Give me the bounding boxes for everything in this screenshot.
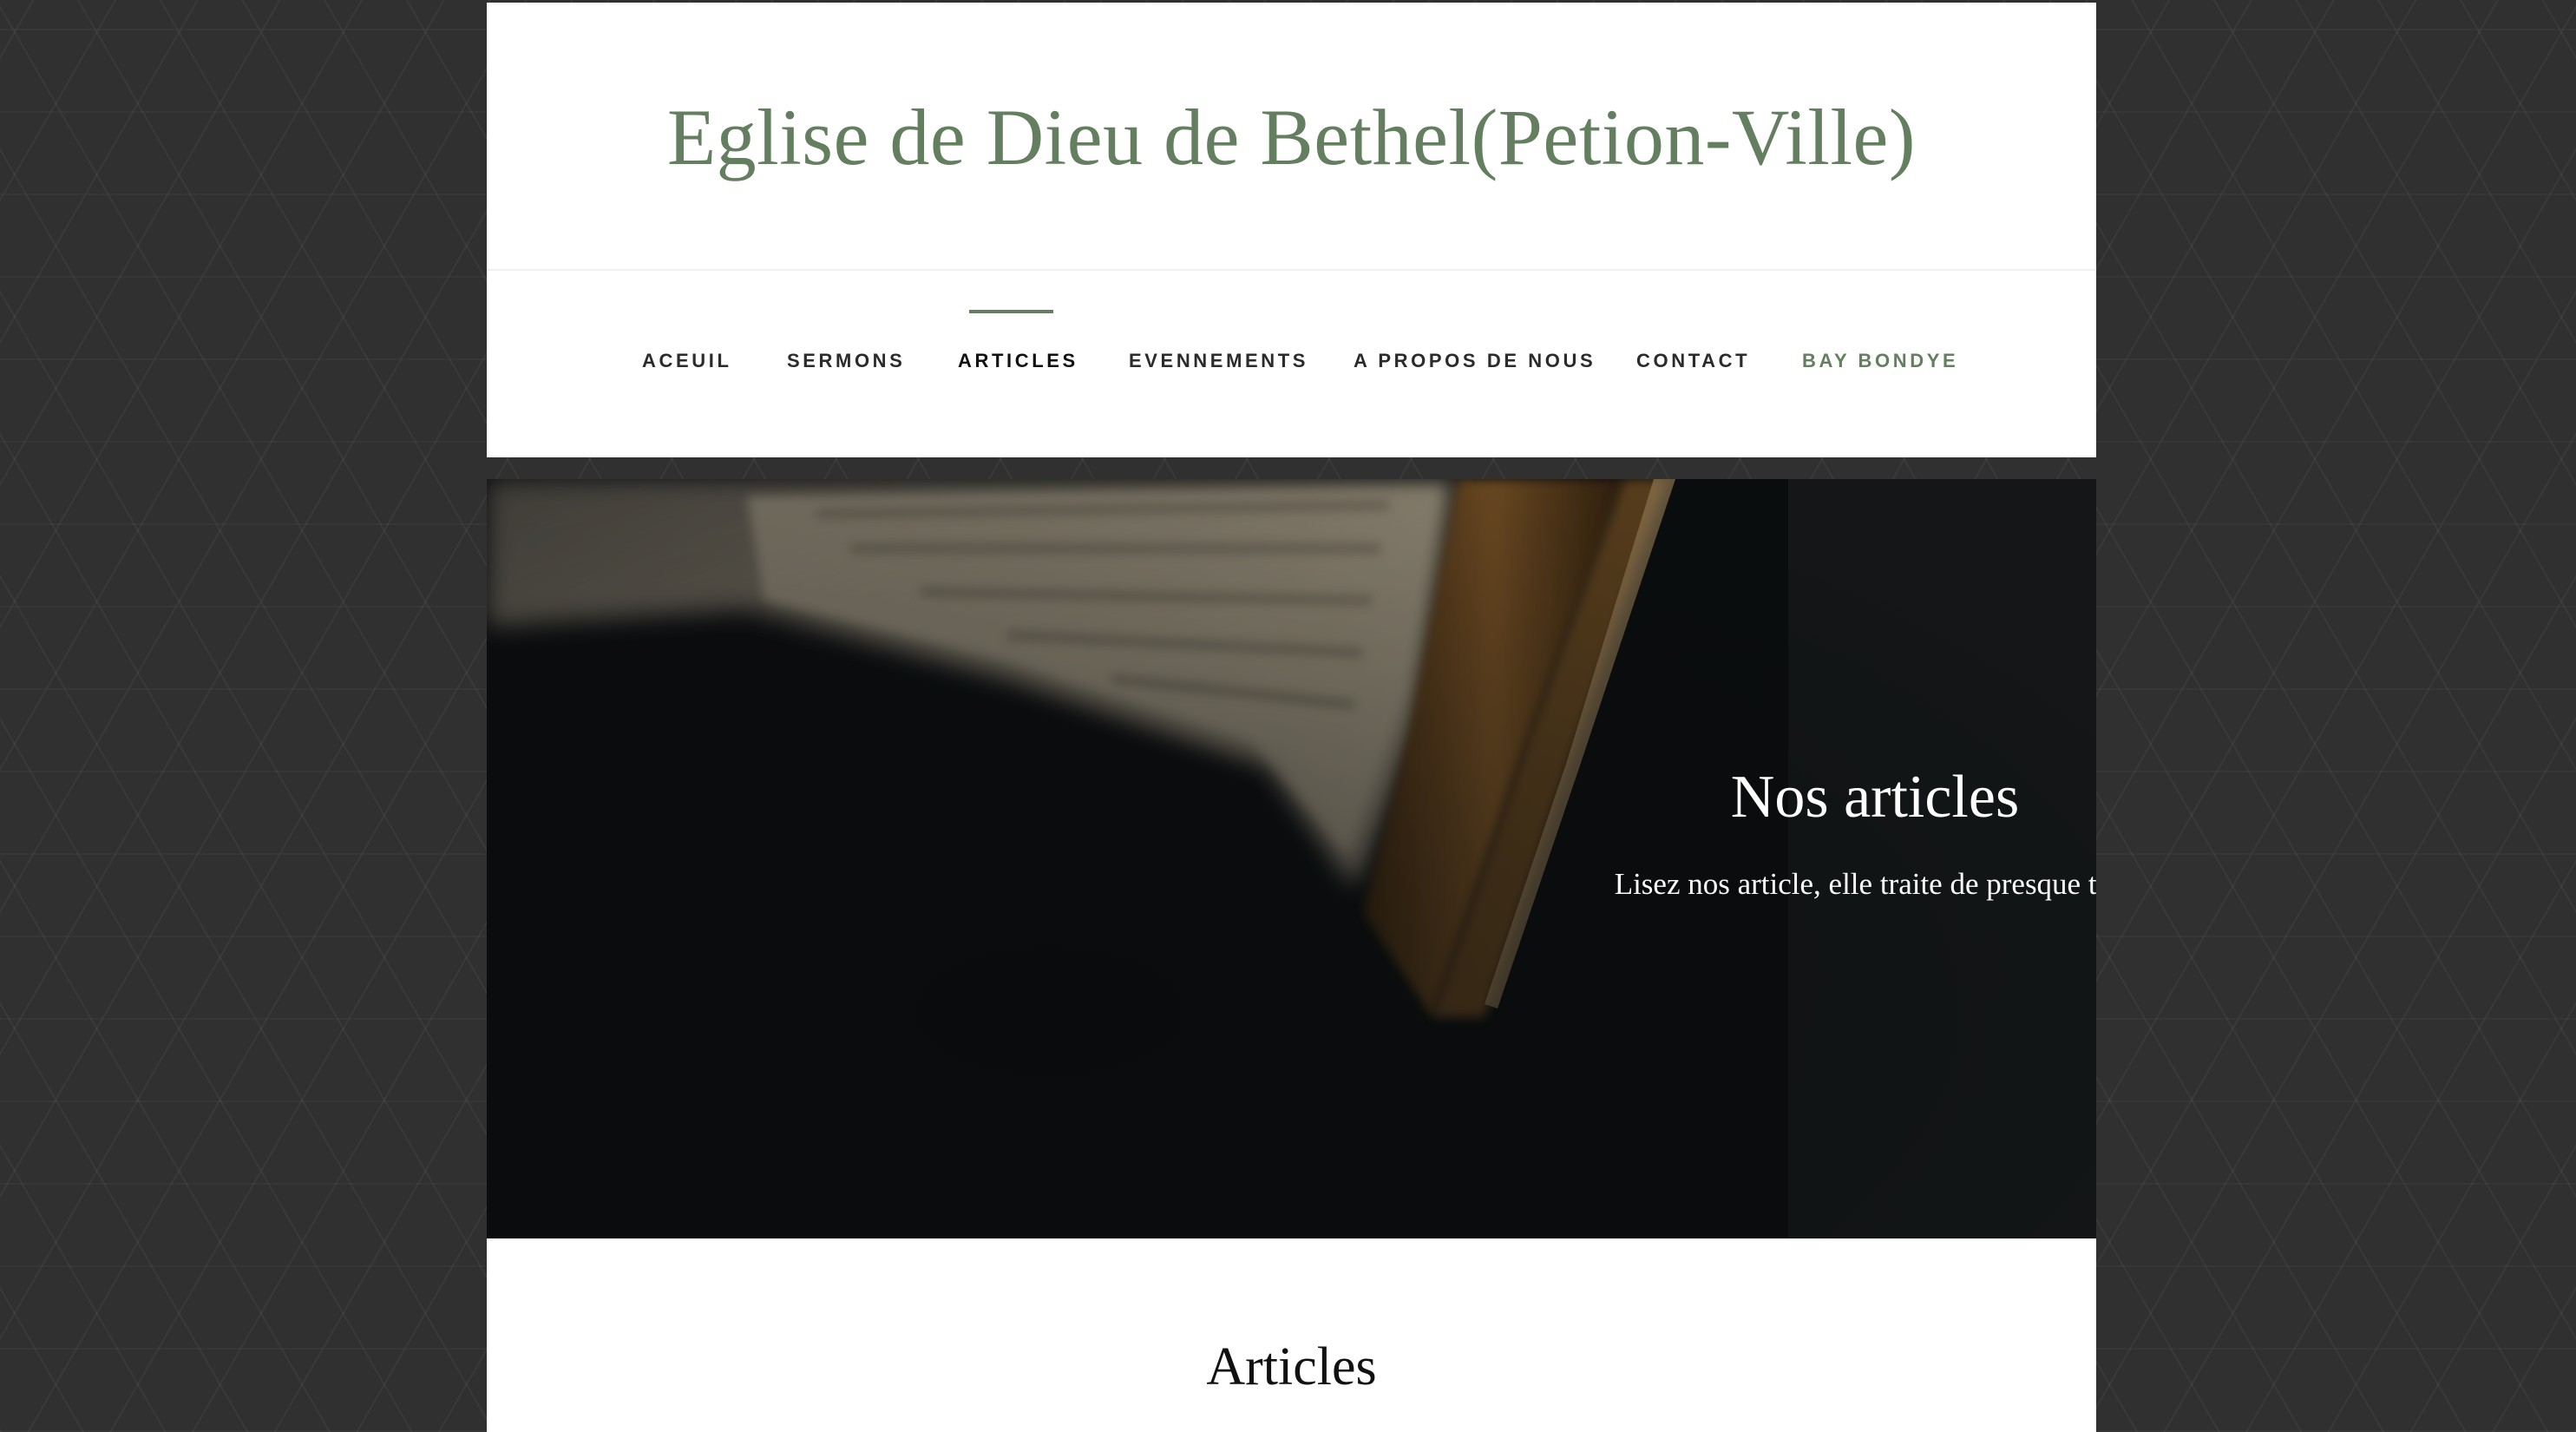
nav-item-bay-bondye[interactable]: BAY BONDYE bbox=[1802, 350, 1958, 372]
main-navigation: ACEUIL SERMONS ARTICLES EVENNEMENTS A PR… bbox=[487, 306, 2096, 411]
nav-item-evennements[interactable]: EVENNEMENTS bbox=[1129, 350, 1308, 372]
hero-book-image bbox=[487, 479, 2096, 1238]
nav-item-a-propos-de-nous[interactable]: A PROPOS DE NOUS bbox=[1354, 350, 1596, 372]
nav-active-indicator bbox=[969, 310, 1053, 313]
hero-title: Nos articles bbox=[1730, 764, 2020, 831]
header-divider bbox=[487, 269, 2096, 271]
site-header: Eglise de Dieu de Bethel(Petion-Ville) A… bbox=[487, 3, 2096, 457]
hero-banner: Nos articles Lisez nos article, elle tra… bbox=[487, 479, 2096, 1238]
hero-subtitle: Lisez nos article, elle traite de presqu… bbox=[1614, 867, 2096, 901]
nav-item-sermons[interactable]: SERMONS bbox=[787, 350, 905, 372]
articles-section-title: Articles bbox=[1206, 1337, 1377, 1396]
nav-item-articles[interactable]: ARTICLES bbox=[958, 350, 1078, 372]
nav-item-contact[interactable]: CONTACT bbox=[1636, 350, 1750, 372]
main-content: Articles bbox=[487, 1238, 2096, 1432]
site-title[interactable]: Eglise de Dieu de Bethel(Petion-Ville) bbox=[487, 85, 2096, 189]
page-frame: Eglise de Dieu de Bethel(Petion-Ville) A… bbox=[487, 3, 2096, 1432]
nav-item-aceuil[interactable]: ACEUIL bbox=[642, 350, 732, 372]
